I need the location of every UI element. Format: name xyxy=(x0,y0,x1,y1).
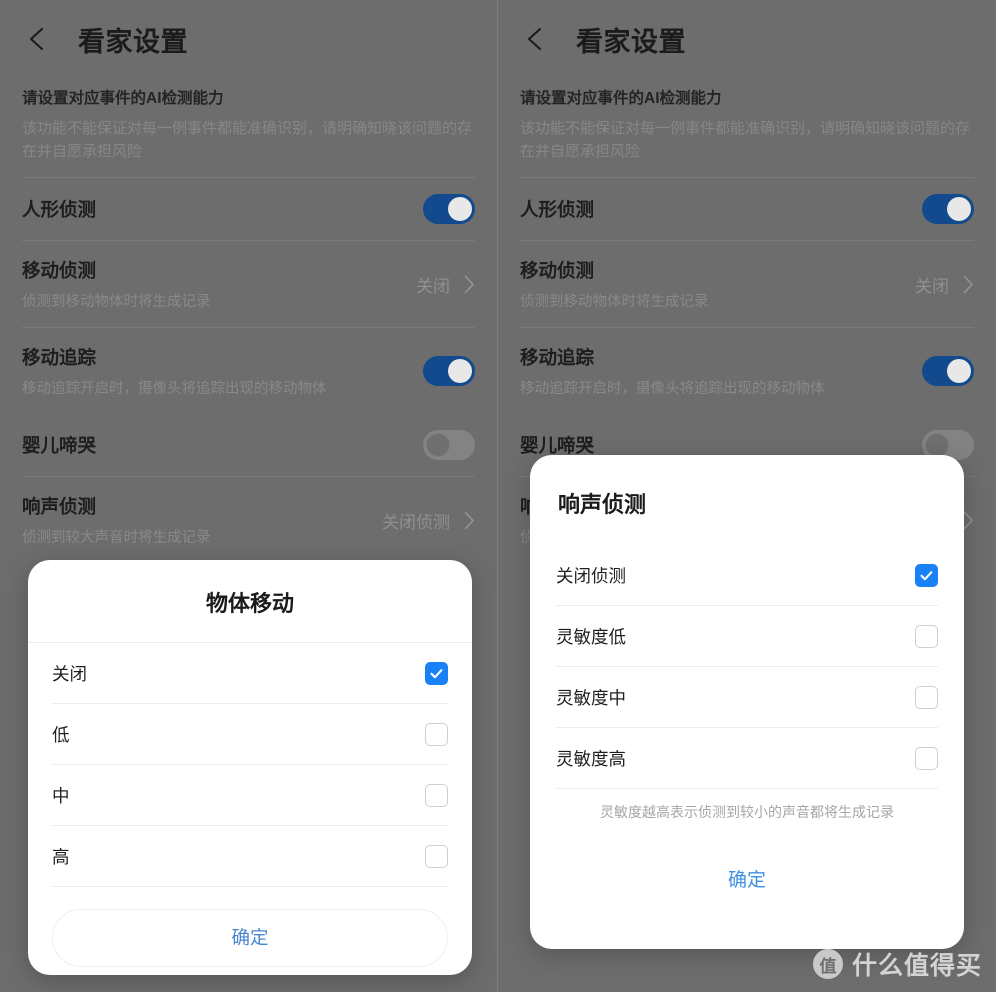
confirm-button[interactable]: 确定 xyxy=(556,857,938,900)
setting-row-human-detection[interactable]: 人形侦测 xyxy=(0,178,497,240)
row-title: 婴儿啼哭 xyxy=(22,435,97,456)
intro-block-left: 请设置对应事件的AI检测能力 该功能不能保证对每一例事件都能准确识别，请明确知晓… xyxy=(0,78,497,177)
dialog-object-movement: 物体移动 关闭 低 中 高 确定 xyxy=(28,560,472,975)
arrow-left-icon[interactable] xyxy=(22,22,56,56)
dialog-footer: 确定 xyxy=(28,887,472,975)
option-label: 中 xyxy=(52,785,70,806)
option-label: 灵敏度中 xyxy=(556,687,626,708)
phone-panel-right: 看家设置 请设置对应事件的AI检测能力 该功能不能保证对每一例事件都能准确识别，… xyxy=(498,0,996,992)
confirm-button[interactable]: 确定 xyxy=(52,909,448,967)
row-title: 移动追踪 xyxy=(22,347,97,368)
row-title: 人形侦测 xyxy=(520,199,595,220)
option-row[interactable]: 灵敏度高 xyxy=(556,728,938,789)
option-label: 关闭 xyxy=(52,663,87,684)
watermark-badge-icon: 值 xyxy=(812,949,843,979)
option-row[interactable]: 关闭 xyxy=(52,643,448,704)
watermark-text: 什么值得买 xyxy=(851,952,982,980)
toggle-knob xyxy=(947,197,971,221)
setting-row-sound-detection[interactable]: 响声侦测 侦测到较大声音时将生成记录 关闭侦测 xyxy=(0,477,497,563)
intro-title: 请设置对应事件的AI检测能力 xyxy=(22,90,224,107)
setting-row-motion-detection[interactable]: 移动侦测 侦测到移动物体时将生成记录 关闭 xyxy=(0,241,497,327)
toggle-knob xyxy=(448,197,472,221)
row-value: 关闭 xyxy=(416,276,450,296)
toggle-human-detection[interactable] xyxy=(922,194,974,224)
dual-panel-screenshot: 看家设置 请设置对应事件的AI检测能力 该功能不能保证对每一例事件都能准确识别，… xyxy=(0,0,996,992)
arrow-left-icon[interactable] xyxy=(520,22,554,56)
option-list: 关闭 低 中 高 xyxy=(28,643,472,887)
row-subtitle: 侦测到移动物体时将生成记录 xyxy=(520,294,709,310)
option-row[interactable]: 低 xyxy=(52,704,448,765)
row-title: 移动侦测 xyxy=(22,260,97,281)
intro-title: 请设置对应事件的AI检测能力 xyxy=(520,90,722,107)
dialog-title: 物体移动 xyxy=(28,560,472,643)
chevron-right-icon xyxy=(963,275,974,294)
app-bar-left: 看家设置 xyxy=(0,0,497,78)
chevron-right-icon xyxy=(464,275,475,294)
option-row[interactable]: 关闭侦测 xyxy=(556,545,938,606)
toggle-human-detection[interactable] xyxy=(423,194,475,224)
toggle-knob xyxy=(448,359,472,383)
checkbox-icon[interactable] xyxy=(425,783,448,807)
row-value: 关闭侦测 xyxy=(382,512,450,532)
row-title: 移动追踪 xyxy=(520,347,595,368)
toggle-motion-tracking[interactable] xyxy=(922,356,974,386)
checkbox-checked-icon[interactable] xyxy=(425,661,448,685)
setting-row-motion-detection[interactable]: 移动侦测 侦测到移动物体时将生成记录 关闭 xyxy=(498,241,996,327)
checkbox-icon[interactable] xyxy=(425,844,448,868)
option-label: 高 xyxy=(52,846,70,867)
setting-row-baby-crying[interactable]: 婴儿啼哭 xyxy=(0,414,497,476)
option-list: 关闭侦测 灵敏度低 灵敏度中 灵敏度高 灵敏度越高表示侦测到较小的声音都将生成记… xyxy=(530,545,964,900)
setting-row-human-detection[interactable]: 人形侦测 xyxy=(498,178,996,240)
row-subtitle: 移动追踪开启时，摄像头将追踪出现的移动物体 xyxy=(22,381,327,397)
app-bar-right: 看家设置 xyxy=(498,0,996,78)
toggle-knob xyxy=(426,433,450,457)
toggle-baby-crying[interactable] xyxy=(423,430,475,460)
page-title: 看家设置 xyxy=(78,26,188,57)
row-subtitle: 侦测到较大声音时将生成记录 xyxy=(22,530,211,546)
checkbox-icon[interactable] xyxy=(425,722,448,746)
option-row[interactable]: 灵敏度低 xyxy=(556,606,938,667)
option-label: 关闭侦测 xyxy=(556,565,626,586)
watermark: 值 什么值得买 xyxy=(812,946,982,982)
phone-panel-left: 看家设置 请设置对应事件的AI检测能力 该功能不能保证对每一例事件都能准确识别，… xyxy=(0,0,498,992)
row-title: 人形侦测 xyxy=(22,199,97,220)
intro-description: 该功能不能保证对每一例事件都能准确识别，请明确知晓该问题的存在并自愿承担风险 xyxy=(520,120,971,160)
chevron-right-icon xyxy=(963,511,974,530)
toggle-motion-tracking[interactable] xyxy=(423,356,475,386)
row-title: 移动侦测 xyxy=(520,260,595,281)
option-row[interactable]: 高 xyxy=(52,826,448,887)
toggle-knob xyxy=(947,359,971,383)
setting-row-motion-tracking[interactable]: 移动追踪 移动追踪开启时，摄像头将追踪出现的移动物体 xyxy=(498,328,996,414)
dialog-sound-detection: 响声侦测 关闭侦测 灵敏度低 灵敏度中 灵敏度高 灵敏度越高表示侦测到较小的声音… xyxy=(530,455,964,949)
option-label: 低 xyxy=(52,724,70,745)
intro-block-right: 请设置对应事件的AI检测能力 该功能不能保证对每一例事件都能准确识别，请明确知晓… xyxy=(498,78,996,177)
dialog-title: 响声侦测 xyxy=(558,492,647,517)
checkbox-icon[interactable] xyxy=(915,746,938,770)
row-subtitle: 移动追踪开启时，摄像头将追踪出现的移动物体 xyxy=(520,381,825,397)
page-title: 看家设置 xyxy=(576,26,686,57)
checkbox-icon[interactable] xyxy=(915,685,938,709)
toggle-knob xyxy=(925,433,949,457)
option-label: 灵敏度高 xyxy=(556,748,626,769)
setting-row-motion-tracking[interactable]: 移动追踪 移动追踪开启时，摄像头将追踪出现的移动物体 xyxy=(0,328,497,414)
checkbox-icon[interactable] xyxy=(915,624,938,648)
intro-description: 该功能不能保证对每一例事件都能准确识别，请明确知晓该问题的存在并自愿承担风险 xyxy=(22,120,473,160)
option-row[interactable]: 灵敏度中 xyxy=(556,667,938,728)
option-row[interactable]: 中 xyxy=(52,765,448,826)
dialog-hint-text: 灵敏度越高表示侦测到较小的声音都将生成记录 xyxy=(600,804,894,820)
option-label: 灵敏度低 xyxy=(556,626,626,647)
row-title: 响声侦测 xyxy=(22,496,97,517)
row-subtitle: 侦测到移动物体时将生成记录 xyxy=(22,294,211,310)
row-value: 关闭 xyxy=(915,276,949,296)
checkbox-checked-icon[interactable] xyxy=(915,563,938,587)
chevron-right-icon xyxy=(464,511,475,530)
